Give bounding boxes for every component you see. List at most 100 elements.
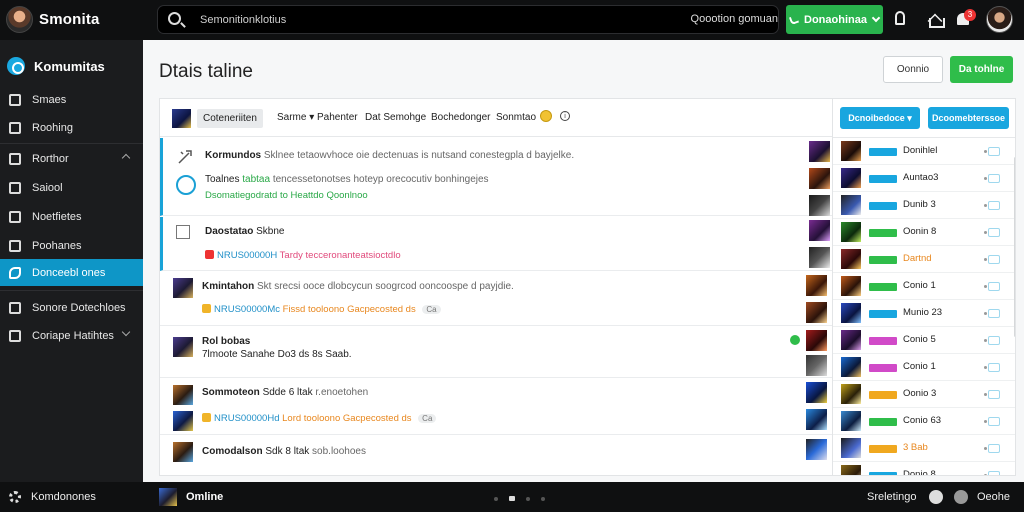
player-row[interactable]: Munio 23 <box>833 300 1015 327</box>
profile-label[interactable]: Oeohe <box>977 491 1010 503</box>
key-icon <box>9 239 21 252</box>
row-toggle[interactable] <box>984 201 1000 210</box>
player-row[interactable]: Dunib 3 <box>833 192 1015 219</box>
player-name: Munio 23 <box>903 307 943 318</box>
page-dot-active[interactable] <box>509 496 515 501</box>
player-row[interactable]: Auntao3 <box>833 165 1015 192</box>
list-item[interactable]: Daostatao Skbne NRUS00000H Tardy teccero… <box>160 217 832 271</box>
filter-link-bochedonger[interactable]: Bochedonger <box>431 112 491 123</box>
search-bar[interactable]: Qoootion gomuan <box>157 5 779 34</box>
list-item[interactable]: Kormundos Sklnee tetaowvhoce oie dectenu… <box>160 138 832 216</box>
sidebar-item-roohing[interactable]: Roohing <box>0 114 143 141</box>
row-toggle[interactable] <box>984 255 1000 264</box>
player-avatar <box>841 195 861 215</box>
player-row[interactable]: Oonio 3 <box>833 381 1015 408</box>
player-row[interactable]: Donio 8 <box>833 462 1015 475</box>
row-toggle[interactable] <box>984 282 1000 291</box>
search-input[interactable] <box>200 6 500 33</box>
bottom-left[interactable]: Komdonones <box>9 491 96 503</box>
filter-dropdown-button[interactable]: Dcnoibedoce ▾ <box>840 107 920 129</box>
list-item[interactable]: Sommoteon Sdde 6 ltak r.enoetohen NRUS00… <box>160 379 832 435</box>
coin-icon[interactable] <box>540 110 552 122</box>
sidebar-item-smaes[interactable]: Smaes <box>0 86 143 113</box>
player-row[interactable]: Conio 63 <box>833 408 1015 435</box>
filter-chip[interactable]: Coteneriiten <box>197 109 263 128</box>
sidebar-item-coriape-hatihtes[interactable]: Coriape Hatihtes <box>0 322 143 349</box>
mic-icon[interactable] <box>895 11 905 25</box>
list-item[interactable]: Rol bobas 7lmoote Sanahe Do3 ds 8s Saab. <box>160 327 832 378</box>
row-thumbnail <box>173 411 193 431</box>
sidebar-item-poohanes[interactable]: Poohanes <box>0 232 143 259</box>
sidebar-item-noetfietes[interactable]: Noetfietes <box>0 203 143 230</box>
player-row[interactable]: Conio 1 <box>833 273 1015 300</box>
row-toggle[interactable] <box>984 444 1000 453</box>
filter-link-dat-semohge[interactable]: Dat Semohge <box>365 112 426 123</box>
row-toggle[interactable] <box>984 363 1000 372</box>
sidebar-item-saiool[interactable]: Saiool <box>0 174 143 201</box>
primary-button[interactable]: Da tohlne <box>950 56 1013 83</box>
gamepad-icon <box>9 301 21 314</box>
search-scope-label[interactable]: Qoootion gomuan <box>691 13 778 25</box>
profile-icon[interactable] <box>954 490 968 504</box>
chevron-down-icon <box>871 13 881 23</box>
row-toggle[interactable] <box>984 147 1000 156</box>
row-toggle[interactable] <box>984 390 1000 399</box>
row-toggle[interactable] <box>984 228 1000 237</box>
bottom-left-label: Komdonones <box>31 491 96 503</box>
app-logo[interactable]: Smonita <box>6 6 100 33</box>
secondary-button[interactable]: Oonnio <box>883 56 943 83</box>
page-dot[interactable] <box>526 496 530 501</box>
wrench-icon <box>9 266 21 279</box>
online-status[interactable]: Omline <box>186 491 223 503</box>
player-row[interactable]: Dartnd <box>833 246 1015 273</box>
game-thumbnail <box>806 382 827 403</box>
sidebar-brand[interactable]: Komumitas <box>7 57 105 75</box>
row-toggle[interactable] <box>984 417 1000 426</box>
player-row[interactable]: Donihlel <box>833 138 1015 165</box>
page-dot[interactable] <box>541 496 545 501</box>
game-thumbnail <box>809 168 830 189</box>
info-icon[interactable]: i <box>560 111 570 121</box>
list-item[interactable]: Comodalson Sdk 8 ltak sob.loohoes <box>160 436 832 475</box>
row-toggle[interactable] <box>984 471 1000 475</box>
user-avatar[interactable] <box>986 6 1013 33</box>
settings-icon[interactable] <box>929 490 943 504</box>
row-thumbnail <box>173 385 193 405</box>
list-item-title: Daostatao Skbne <box>205 226 285 237</box>
sidebar-item-label: Roohing <box>32 121 73 134</box>
player-name: Oonio 3 <box>903 388 937 399</box>
row-thumbnail <box>173 337 193 357</box>
player-row[interactable]: Conio 1 <box>833 354 1015 381</box>
settings-label[interactable]: Sreletingo <box>867 491 917 503</box>
page-dot[interactable] <box>494 496 498 501</box>
donate-button[interactable]: Donaohinaa <box>786 5 883 34</box>
panel-scrollbar[interactable] <box>1014 157 1015 337</box>
status-tag <box>869 283 897 291</box>
row-toggle[interactable] <box>984 174 1000 183</box>
sidebar-item-rorthor[interactable]: Rorthor <box>0 145 143 172</box>
filter-link-sarme[interactable]: Sarme ▾ <box>277 112 314 123</box>
filter-link-sonmtao[interactable]: Sonmtao <box>496 112 536 123</box>
sidebar-item-donceebl-ones[interactable]: Donceebl ones <box>0 259 143 286</box>
home-icon[interactable] <box>927 11 945 28</box>
sidebar-item-label: Donceebl ones <box>32 266 106 279</box>
gear-icon[interactable] <box>9 491 21 503</box>
player-row[interactable]: Oonin 8 <box>833 219 1015 246</box>
chevron-up-icon[interactable] <box>121 153 131 163</box>
chevron-down-icon[interactable] <box>121 327 131 337</box>
player-name: Dunib 3 <box>903 199 936 210</box>
list-item[interactable]: Kmintahon Skt srecsi ooce dlobcycun soog… <box>160 272 832 326</box>
compare-button[interactable]: Dcoomebterssoe <box>928 107 1009 129</box>
row-toggle[interactable] <box>984 309 1000 318</box>
search-icon[interactable] <box>168 12 181 25</box>
sidebar: Komumitas Smaes Roohing Rorthor Saiool N… <box>0 40 143 482</box>
player-row[interactable]: 3 Bab <box>833 435 1015 462</box>
filter-link-pahenter[interactable]: Pahenter <box>317 112 358 123</box>
player-row[interactable]: Conio 5 <box>833 327 1015 354</box>
player-avatar <box>841 249 861 269</box>
game-thumbnail <box>806 275 827 296</box>
sidebar-item-sonore-dotechloes[interactable]: Sonore Dotechloes <box>0 294 143 321</box>
status-avatar[interactable] <box>159 488 177 506</box>
row-toggle[interactable] <box>984 336 1000 345</box>
pagination-dots[interactable] <box>494 496 545 501</box>
